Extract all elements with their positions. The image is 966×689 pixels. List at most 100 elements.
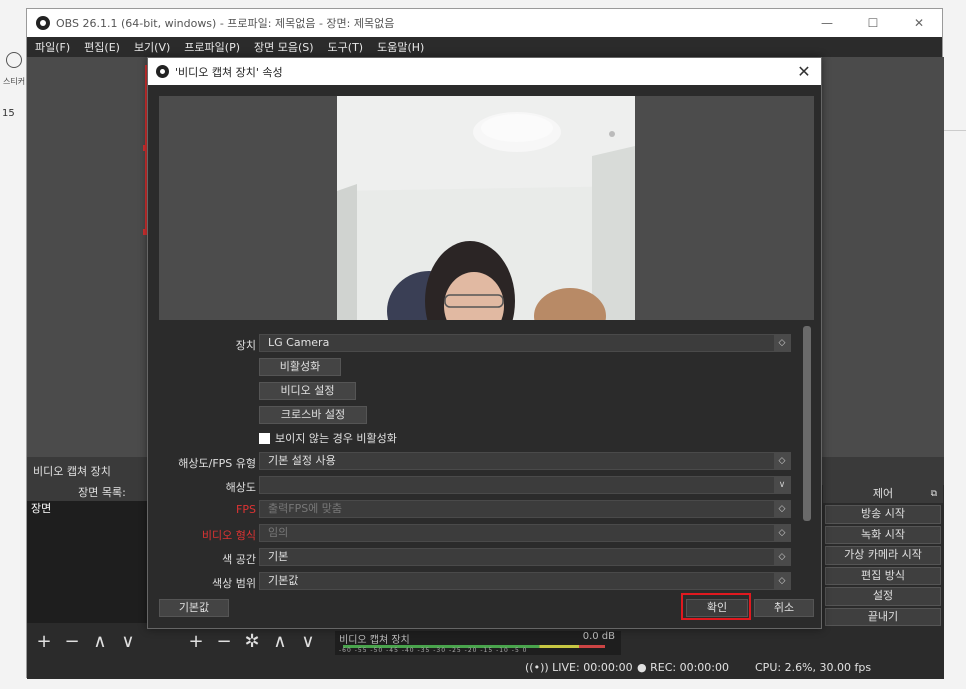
scenes-toolbar: + − ∧ ∨ <box>35 631 137 652</box>
menu-profile[interactable]: 프로파일(P) <box>184 39 240 55</box>
device-label: 장치 <box>235 339 256 352</box>
gear-icon[interactable]: ✲ <box>243 631 261 652</box>
res-type-row: 해상도/FPS 유형 기본 설정 사용 ◇ <box>148 452 798 472</box>
sticker-label: 스티커 <box>3 77 26 86</box>
settings-button[interactable]: 설정 <box>825 587 941 606</box>
resolution-label: 해상도 <box>225 481 256 494</box>
updown-icon: ◇ <box>774 453 790 469</box>
properties-scrollbar[interactable] <box>803 326 811 521</box>
updown-icon: ◇ <box>774 501 790 517</box>
dialog-title: '비디오 캡쳐 장치' 속성 <box>175 65 283 79</box>
res-type-select[interactable]: 기본 설정 사용 ◇ <box>259 452 791 470</box>
camera-image <box>337 96 635 320</box>
sources-toolbar: + − ✲ ∧ ∨ <box>187 631 317 652</box>
color-range-row: 색상 범위 기본값 ◇ <box>148 572 798 592</box>
source-preview <box>159 96 814 320</box>
video-format-label: 비디오 형식 <box>201 529 256 542</box>
device-row: 장치 LG Camera ◇ <box>148 334 798 354</box>
updown-icon: ◇ <box>774 525 790 541</box>
device-value: LG Camera <box>268 336 330 349</box>
menu-help[interactable]: 도움말(H) <box>377 39 424 55</box>
video-settings-button[interactable]: 비디오 설정 <box>259 382 356 400</box>
res-type-value: 기본 설정 사용 <box>268 454 336 467</box>
rec-icon: ● <box>637 661 647 674</box>
mixer-db-value: 0.0 dB <box>582 631 615 642</box>
ok-button[interactable]: 확인 <box>686 599 748 617</box>
add-scene-button[interactable]: + <box>35 631 53 652</box>
remove-source-button[interactable]: − <box>215 631 233 652</box>
color-range-value: 기본값 <box>268 574 299 587</box>
live-time: LIVE: 00:00:00 <box>552 661 633 674</box>
maximize-button[interactable]: ☐ <box>850 9 896 37</box>
start-streaming-button[interactable]: 방송 시작 <box>825 505 941 524</box>
menu-file[interactable]: 파일(F) <box>35 39 70 55</box>
menu-tools[interactable]: 도구(T) <box>328 39 364 55</box>
updown-icon: ◇ <box>774 335 790 351</box>
video-format-row: 비디오 형식 임의 ◇ <box>148 524 798 544</box>
live-status: ((•)) LIVE: 00:00:00 <box>525 661 633 674</box>
dialog-close-button[interactable]: ✕ <box>795 62 813 81</box>
dialog-footer: 기본값 확인 취소 <box>148 593 821 630</box>
color-range-select[interactable]: 기본값 ◇ <box>259 572 791 590</box>
emoji-icon[interactable] <box>6 52 22 68</box>
close-window-button[interactable]: ✕ <box>896 9 942 37</box>
exit-button[interactable]: 끝내기 <box>825 607 941 626</box>
crossbar-settings-button[interactable]: 크로스바 설정 <box>259 406 367 424</box>
properties-form: 장치 LG Camera ◇ 비활성화 비디오 설정 크로스바 설정 보이지 않… <box>148 326 798 594</box>
move-up-button[interactable]: ∧ <box>271 631 289 652</box>
move-up-button[interactable]: ∧ <box>91 631 109 652</box>
chevron-down-icon: ∨ <box>774 477 790 493</box>
controls-dock: 제어 ⧉ 방송 시작 녹화 시작 가상 카메라 시작 편집 방식 설정 끝내기 <box>823 485 943 655</box>
rec-time: REC: 00:00:00 <box>650 661 729 674</box>
fps-select[interactable]: 출력FPS에 맞춤 ◇ <box>259 500 791 518</box>
device-select[interactable]: LG Camera ◇ <box>259 334 791 352</box>
color-space-row: 색 공간 기본 ◇ <box>148 548 798 568</box>
background-number: 15 <box>2 108 15 119</box>
video-format-select[interactable]: 임의 ◇ <box>259 524 791 542</box>
rec-status: ● REC: 00:00:00 <box>637 661 729 674</box>
video-format-value: 임의 <box>268 526 289 539</box>
color-space-label: 색 공간 <box>222 553 256 566</box>
move-down-button[interactable]: ∨ <box>119 631 137 652</box>
controls-title: 제어 <box>872 487 894 500</box>
start-virtual-camera-button[interactable]: 가상 카메라 시작 <box>825 546 941 565</box>
resolution-select[interactable]: ∨ <box>259 476 791 494</box>
dock-float-icon[interactable]: ⧉ <box>931 485 937 503</box>
start-recording-button[interactable]: 녹화 시작 <box>825 525 941 544</box>
controls-header: 제어 ⧉ <box>823 485 943 503</box>
cancel-button[interactable]: 취소 <box>754 599 814 617</box>
res-type-label: 해상도/FPS 유형 <box>178 457 256 470</box>
menu-view[interactable]: 보기(V) <box>134 39 170 55</box>
screen: 스티커 15 OBS 26.1.1 (64-bit, windows) - 프로… <box>0 0 966 689</box>
menu-edit[interactable]: 편집(E) <box>84 39 120 55</box>
window-title: OBS 26.1.1 (64-bit, windows) - 프로파일: 제목없… <box>56 17 395 30</box>
fps-row: FPS 출력FPS에 맞춤 ◇ <box>148 500 798 520</box>
meter-ticks: -60 -55 -50 -45 -40 -35 -30 -25 -20 -15 … <box>339 647 528 654</box>
audio-mixer: 비디오 캡쳐 장치 0.0 dB -60 -55 -50 -45 -40 -35… <box>335 631 621 655</box>
obs-logo-icon <box>156 65 169 78</box>
add-source-button[interactable]: + <box>187 631 205 652</box>
studio-mode-button[interactable]: 편집 방식 <box>825 566 941 585</box>
color-space-select[interactable]: 기본 ◇ <box>259 548 791 566</box>
dialog-titlebar: '비디오 캡쳐 장치' 속성 ✕ <box>148 58 821 85</box>
remove-scene-button[interactable]: − <box>63 631 81 652</box>
obs-logo-icon <box>36 16 50 30</box>
minimize-button[interactable]: — <box>804 9 850 37</box>
mixer-source-name: 비디오 캡쳐 장치 <box>339 635 410 646</box>
move-down-button[interactable]: ∨ <box>299 631 317 652</box>
resolution-row: 해상도 ∨ <box>148 476 798 496</box>
defaults-button[interactable]: 기본값 <box>159 599 229 617</box>
live-icon: ((•)) <box>525 661 549 674</box>
fps-label: FPS <box>236 503 256 516</box>
deactivate-button[interactable]: 비활성화 <box>259 358 341 376</box>
deactivate-when-hidden-checkbox[interactable]: 보이지 않는 경우 비활성화 <box>259 430 397 446</box>
updown-icon: ◇ <box>774 573 790 589</box>
checkbox-label: 보이지 않는 경우 비활성화 <box>275 432 397 445</box>
status-bar: ((•)) LIVE: 00:00:00 ● REC: 00:00:00 CPU… <box>27 657 944 679</box>
color-space-value: 기본 <box>268 550 289 563</box>
checkbox-icon[interactable] <box>259 432 270 444</box>
divider <box>943 130 966 131</box>
updown-icon: ◇ <box>774 549 790 565</box>
menu-scene-collection[interactable]: 장면 모음(S) <box>254 39 314 55</box>
fps-value: 출력FPS에 맞춤 <box>268 502 343 515</box>
